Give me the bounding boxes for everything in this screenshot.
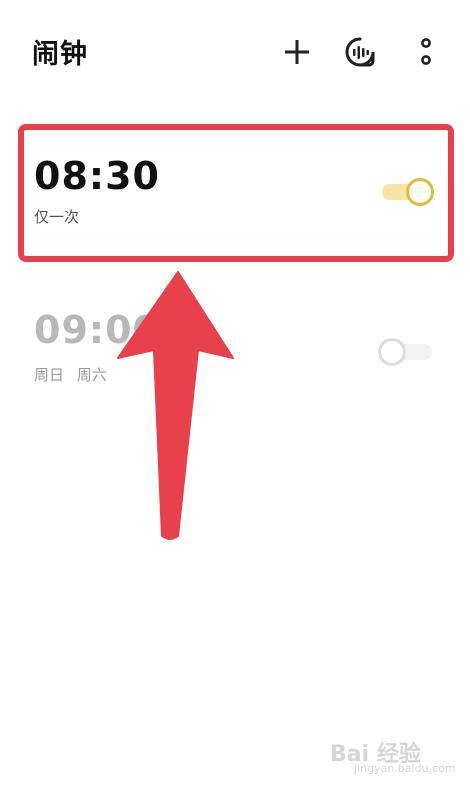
add-alarm-button[interactable]: [277, 32, 317, 72]
watermark-sub: jingyan.baidu.com: [354, 762, 456, 775]
alarm-time: 09:00: [34, 308, 160, 352]
alarm-toggle[interactable]: [378, 178, 434, 206]
voice-button[interactable]: [340, 32, 380, 72]
alarm-time: 08:30: [34, 154, 160, 198]
more-options-button[interactable]: [406, 32, 446, 72]
alarm-item[interactable]: 08:30 仅一次: [18, 124, 454, 262]
page-title: 闹钟: [32, 39, 88, 70]
alarm-item[interactable]: 09:00 周日 周六: [18, 300, 454, 430]
header: 闹钟: [0, 0, 470, 100]
toggle-knob: [406, 178, 434, 206]
toggle-knob: [378, 338, 406, 366]
watermark: Bai 经验 jingyan.baidu.com: [330, 736, 460, 780]
alarm-repeat: 仅一次: [34, 208, 80, 226]
alarm-screen: 闹钟 08:30 仅一次 09:00 周日 周六 Bai 经验 jingyan.…: [0, 0, 470, 788]
plus-icon: [285, 40, 309, 64]
voice-wave-icon: [345, 37, 375, 67]
alarm-toggle[interactable]: [378, 338, 434, 366]
more-vertical-icon: [421, 38, 431, 65]
alarm-repeat: 周日 周六: [34, 366, 107, 384]
